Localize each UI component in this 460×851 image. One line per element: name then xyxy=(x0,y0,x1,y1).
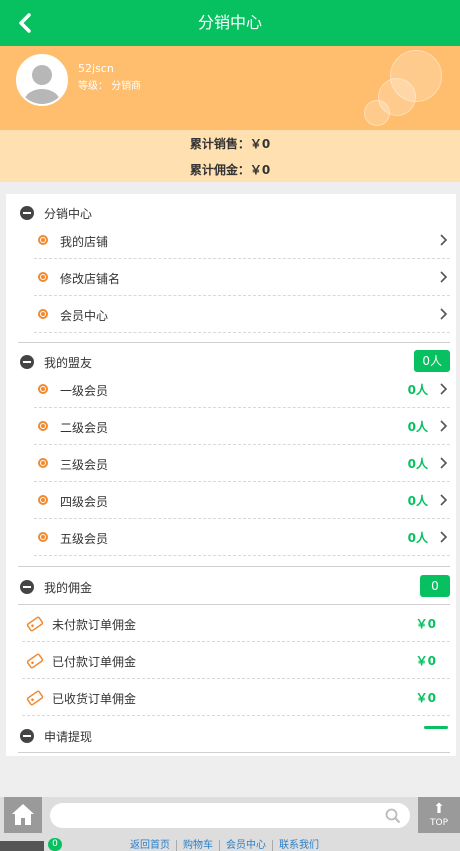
menu-item-level-3[interactable]: 三级会员 0人 xyxy=(34,445,450,482)
collapse-icon xyxy=(20,206,34,220)
menu-item-member-center[interactable]: 会员中心 xyxy=(34,296,450,333)
commission-label: 已收货订单佣金 xyxy=(52,692,137,706)
section-title: 我的盟友 xyxy=(44,356,93,370)
divider xyxy=(18,342,450,343)
commission-item-received[interactable]: 已收货订单佣金 ￥0 xyxy=(22,679,450,716)
section-title: 申请提现 xyxy=(44,730,93,744)
chevron-right-icon xyxy=(440,383,448,395)
menu-item-label: 三级会员 xyxy=(60,458,109,472)
bullet-icon xyxy=(38,272,48,282)
menu-item-label: 五级会员 xyxy=(60,532,109,546)
user-level: 等级： 分销商 xyxy=(78,81,142,92)
link-member-center[interactable]: 会员中心 xyxy=(219,840,272,851)
user-silhouette-icon xyxy=(18,56,66,104)
commission-item-paid[interactable]: 已付款订单佣金 ￥0 xyxy=(22,642,450,679)
avatar xyxy=(16,54,68,106)
commission-label: 已付款订单佣金 xyxy=(52,655,137,669)
ticket-icon xyxy=(26,690,44,706)
decor-bubble xyxy=(364,100,390,126)
home-button[interactable] xyxy=(4,797,42,833)
menu-item-label: 一级会员 xyxy=(60,384,109,398)
chevron-right-icon xyxy=(440,531,448,543)
total-commission: 累计佣金：￥0 xyxy=(189,163,271,177)
username: 52jscn xyxy=(78,62,114,75)
total-sales: 累计销售：￥0 xyxy=(189,137,271,151)
ticket-icon xyxy=(26,616,44,632)
member-count: 0人 xyxy=(407,457,428,471)
chevron-right-icon xyxy=(440,308,448,320)
section-title: 分销中心 xyxy=(44,207,93,221)
bullet-icon xyxy=(38,532,48,542)
menu-item-my-shop[interactable]: 我的店铺 xyxy=(34,222,450,259)
chevron-right-icon xyxy=(440,494,448,506)
menu-item-level-1[interactable]: 一级会员 0人 xyxy=(34,371,450,408)
footer-links: 返回首页 购物车 会员中心 联系我们 xyxy=(124,840,325,851)
main-panel: 分销中心 我的店铺 修改店铺名 会员中心 我的盟友 0人 一级会员 0人 二级会… xyxy=(6,194,456,756)
commission-count-badge: 0 xyxy=(420,575,450,597)
collapse-icon xyxy=(20,580,34,594)
menu-item-level-4[interactable]: 四级会员 0人 xyxy=(34,482,450,519)
section-header-commission[interactable]: 我的佣金 0 xyxy=(18,572,450,602)
link-cart[interactable]: 购物车 xyxy=(176,840,219,851)
stats-panel: 累计销售：￥0 累计佣金：￥0 xyxy=(0,130,460,182)
cart-count-badge: 0 xyxy=(48,838,62,851)
commission-amount: ￥0 xyxy=(415,617,436,631)
chevron-right-icon xyxy=(440,234,448,246)
member-count: 0人 xyxy=(407,420,428,434)
collapse-icon xyxy=(20,355,34,369)
profile-banner: 52jscn 等级： 分销商 xyxy=(0,46,460,130)
top-label: TOP xyxy=(429,818,448,828)
bullet-icon xyxy=(38,384,48,394)
commission-item-unpaid[interactable]: 未付款订单佣金 ￥0 xyxy=(22,605,450,642)
page-title: 分销中心 xyxy=(197,13,262,32)
bullet-icon xyxy=(38,421,48,431)
menu-item-rename-shop[interactable]: 修改店铺名 xyxy=(34,259,450,296)
top-bar: 分销中心 xyxy=(0,0,460,46)
collapse-icon xyxy=(20,729,34,743)
arrow-up-icon: ⬆ xyxy=(433,801,445,817)
menu-item-label: 会员中心 xyxy=(60,309,109,323)
member-count: 0人 xyxy=(407,383,428,397)
menu-item-level-5[interactable]: 五级会员 0人 xyxy=(34,519,450,556)
back-to-top-button[interactable]: ⬆ TOP xyxy=(418,797,460,833)
member-count: 0人 xyxy=(407,531,428,545)
menu-item-label: 修改店铺名 xyxy=(60,272,121,286)
menu-item-label: 二级会员 xyxy=(60,421,109,435)
divider xyxy=(18,752,450,753)
link-home[interactable]: 返回首页 xyxy=(124,840,176,851)
home-icon xyxy=(12,804,34,825)
bullet-icon xyxy=(38,495,48,505)
ticket-icon xyxy=(26,653,44,669)
chevron-right-icon xyxy=(440,457,448,469)
divider xyxy=(18,566,450,567)
menu-item-label: 我的店铺 xyxy=(60,235,109,249)
menu-item-label: 四级会员 xyxy=(60,495,109,509)
allies-count-badge: 0人 xyxy=(414,350,450,372)
bullet-icon xyxy=(38,458,48,468)
commission-amount: ￥0 xyxy=(415,654,436,668)
section-title: 我的佣金 xyxy=(44,581,93,595)
footer-left-bar xyxy=(0,841,44,851)
menu-item-level-2[interactable]: 二级会员 0人 xyxy=(34,408,450,445)
link-contact[interactable]: 联系我们 xyxy=(272,840,325,851)
chevron-right-icon xyxy=(440,420,448,432)
commission-label: 未付款订单佣金 xyxy=(52,618,137,632)
member-count: 0人 xyxy=(407,494,428,508)
search-input[interactable] xyxy=(50,803,410,828)
chevron-right-icon xyxy=(440,271,448,283)
section-header-withdraw[interactable]: 申请提现 xyxy=(18,721,450,751)
bullet-icon xyxy=(38,309,48,319)
bullet-icon xyxy=(38,235,48,245)
search-icon[interactable] xyxy=(384,807,402,825)
commission-amount: ￥0 xyxy=(415,691,436,705)
